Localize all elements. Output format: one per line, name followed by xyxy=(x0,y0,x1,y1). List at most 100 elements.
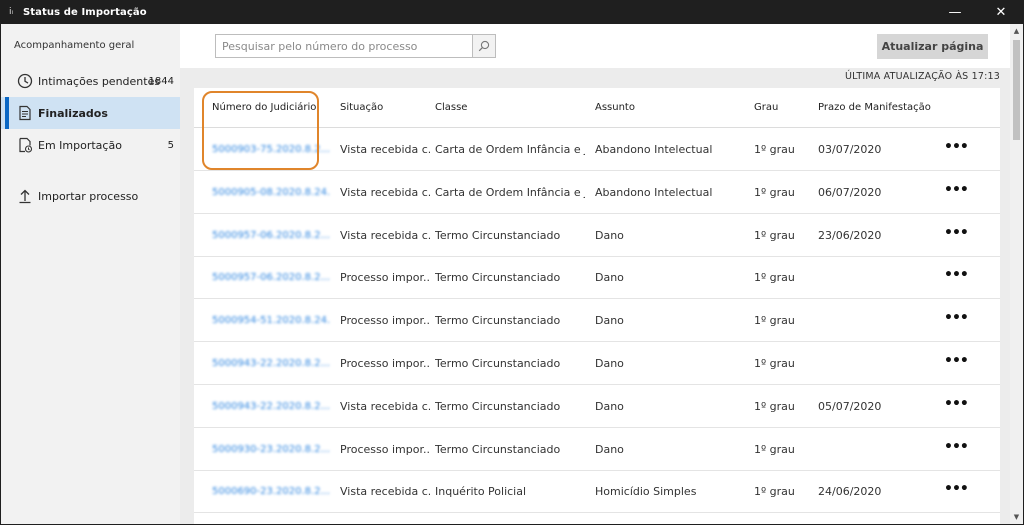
table-row[interactable]: 5000930-23.2020.8.2... Processo impor... T… xyxy=(194,428,1000,471)
more-options-icon[interactable]: ••• xyxy=(944,310,968,326)
import-process-button[interactable]: Importar processo xyxy=(1,180,180,212)
main-content: Atualizar página ÚLTIMA ATUALIZAÇÃO ÀS 1… xyxy=(180,24,1010,524)
grau-cell: 1º grau xyxy=(754,357,795,370)
assunto-cell: Abandono Intelectual xyxy=(595,143,713,156)
table-row[interactable]: 5000943-22.2020.8.2... Vista recebida c..… xyxy=(194,385,1000,428)
assunto-cell: Dano xyxy=(595,314,624,328)
sidebar: Acompanhamento geral Intimações pendente… xyxy=(1,24,180,524)
assunto-cell: Dano xyxy=(595,442,624,456)
clock-icon xyxy=(17,73,33,89)
classe-cell: Termo Circunstanciado xyxy=(435,314,561,328)
table-row[interactable]: 5000943-22.2020.8.2... Processo impor... T… xyxy=(194,342,1000,385)
grau-cell: 1º grau xyxy=(754,143,795,156)
scrollbar-thumb[interactable] xyxy=(1013,40,1020,140)
search-input[interactable] xyxy=(215,34,473,58)
more-options-icon[interactable]: ••• xyxy=(944,353,968,369)
sidebar-item-finalizados[interactable]: Finalizados xyxy=(1,97,180,129)
assunto-cell: Abandono Intelectual xyxy=(595,185,713,199)
more-options-icon[interactable]: ••• xyxy=(944,225,968,241)
active-indicator xyxy=(5,97,9,129)
sidebar-item-label: Intimações pendentes xyxy=(38,74,161,88)
classe-cell: Termo Circunstanciado xyxy=(435,442,561,456)
document-sync-icon xyxy=(19,137,33,153)
minimize-button[interactable]: — xyxy=(932,0,978,24)
table-row[interactable]: 5000905-08.2020.8.24... Vista recebida c.… xyxy=(194,171,1000,214)
scroll-down-arrow-icon[interactable]: ▼ xyxy=(1010,511,1023,523)
more-options-icon[interactable]: ••• xyxy=(944,267,968,283)
column-header-prazo[interactable]: Prazo de Manifestação xyxy=(818,102,931,113)
table-row[interactable]: 5000690-23.2020.8.2... Vista recebida c..… xyxy=(194,470,1000,514)
window-title: Status de Importação xyxy=(23,6,147,18)
prazo-cell: 23/06/2020 xyxy=(818,228,882,242)
situacao-cell: Vista recebida c... xyxy=(340,485,430,499)
more-options-icon[interactable]: ••• xyxy=(944,139,968,155)
sidebar-item-label: Em Importação xyxy=(38,138,122,152)
column-header-assunto[interactable]: Assunto xyxy=(595,102,635,113)
refresh-page-button[interactable]: Atualizar página xyxy=(877,34,988,59)
more-options-icon[interactable]: ••• xyxy=(944,396,968,412)
search-button[interactable] xyxy=(473,34,496,58)
vertical-scrollbar[interactable]: ▲ ▼ xyxy=(1010,24,1023,524)
table-row[interactable]: 5000957-06.2020.8.2... Processo impor... T… xyxy=(194,256,1000,300)
grau-cell: 1º grau xyxy=(754,314,795,328)
situacao-cell: Processo impor... xyxy=(340,442,430,456)
process-number-link[interactable]: 5000905-08.2020.8.24... xyxy=(212,187,330,198)
process-number-link[interactable]: 5000930-23.2020.8.2... xyxy=(212,444,330,455)
grau-cell: 1º grau xyxy=(754,228,795,242)
classe-cell: Termo Circunstanciado xyxy=(435,357,561,370)
last-update-text: ÚLTIMA ATUALIZAÇÃO ÀS 17:13 xyxy=(845,71,1000,82)
situacao-cell: Vista recebida c... xyxy=(340,143,430,156)
assunto-cell: Dano xyxy=(595,271,624,285)
assunto-cell: Homicídio Simples xyxy=(595,485,697,499)
prazo-cell: 06/07/2020 xyxy=(818,185,882,199)
situacao-cell: Vista recebida c... xyxy=(340,399,430,413)
scroll-up-arrow-icon[interactable]: ▲ xyxy=(1010,25,1023,37)
sidebar-item-intimacoes-pendentes[interactable]: Intimações pendentes 1844 xyxy=(1,65,180,97)
assunto-cell: Dano xyxy=(595,357,624,370)
title-bar: iᵢ Status de Importação — ✕ xyxy=(0,0,1024,24)
column-header-grau[interactable]: Grau xyxy=(754,102,778,113)
column-header-situacao[interactable]: Situação xyxy=(340,102,383,113)
prazo-cell: 24/06/2020 xyxy=(818,485,882,499)
import-process-label: Importar processo xyxy=(38,189,139,203)
process-number-link[interactable]: 5000954-51.2020.8.24... xyxy=(212,315,330,326)
prazo-cell: 03/07/2020 xyxy=(818,143,882,156)
sidebar-item-label: Finalizados xyxy=(38,106,108,120)
sidebar-heading: Acompanhamento geral xyxy=(14,40,135,51)
classe-cell: Termo Circunstanciado xyxy=(435,271,561,285)
more-options-icon[interactable]: ••• xyxy=(944,182,968,198)
more-options-icon[interactable]: ••• xyxy=(944,481,968,497)
assunto-cell: Dano xyxy=(595,228,624,242)
classe-cell: Termo Circunstanciado xyxy=(435,399,561,413)
assunto-cell: Dano xyxy=(595,399,624,413)
classe-cell: Carta de Ordem Infância e J... xyxy=(435,185,585,199)
grau-cell: 1º grau xyxy=(754,271,795,285)
document-list-icon xyxy=(19,105,31,121)
sidebar-item-count: 5 xyxy=(167,139,174,151)
table-row[interactable]: 5000954-51.2020.8.24... Processo impor...… xyxy=(194,299,1000,343)
app-icon: iᵢ xyxy=(8,7,14,17)
process-number-link[interactable]: 5000690-23.2020.8.2... xyxy=(212,486,330,497)
table-row[interactable]: 5000957-06.2020.8.2... Vista recebida c..… xyxy=(194,214,1000,257)
sidebar-item-em-importacao[interactable]: Em Importação 5 xyxy=(1,129,180,161)
close-button[interactable]: ✕ xyxy=(978,0,1024,24)
process-number-link[interactable]: 5000957-06.2020.8.2... xyxy=(212,272,330,283)
search-icon xyxy=(478,40,490,52)
more-options-icon[interactable]: ••• xyxy=(944,439,968,455)
process-number-link[interactable]: 5000943-22.2020.8.2... xyxy=(212,358,330,369)
grau-cell: 1º grau xyxy=(754,399,795,413)
column-header-classe[interactable]: Classe xyxy=(435,102,467,113)
classe-cell: Termo Circunstanciado xyxy=(435,228,561,242)
numero-column-highlight xyxy=(202,91,319,170)
situacao-cell: Vista recebida c... xyxy=(340,185,430,199)
process-number-link[interactable]: 5000957-06.2020.8.2... xyxy=(212,230,330,241)
grau-cell: 1º grau xyxy=(754,485,795,499)
classe-cell: Inquérito Policial xyxy=(435,485,527,499)
upload-icon xyxy=(19,189,31,204)
situacao-cell: Processo impor... xyxy=(340,357,430,370)
app-window: Acompanhamento geral Intimações pendente… xyxy=(1,24,1023,524)
sidebar-item-count: 1844 xyxy=(148,75,174,87)
situacao-cell: Processo impor... xyxy=(340,271,430,285)
process-number-link[interactable]: 5000943-22.2020.8.2... xyxy=(212,401,330,412)
grau-cell: 1º grau xyxy=(754,185,795,199)
